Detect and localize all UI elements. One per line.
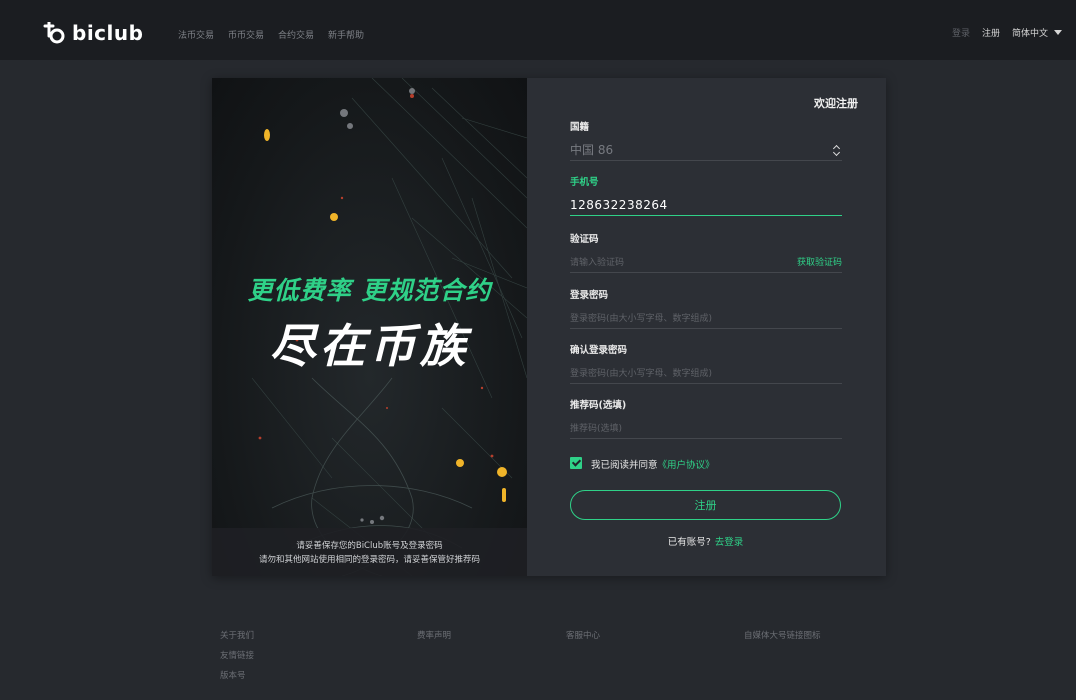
logo-text: biclub bbox=[72, 21, 144, 45]
nav-login-link[interactable]: 登录 bbox=[952, 26, 970, 39]
nav-links: 法币交易 币币交易 合约交易 新手帮助 bbox=[178, 28, 364, 41]
user-agreement-link[interactable]: 《用户协议》 bbox=[658, 460, 715, 471]
register-card: 更低费率 更规范合约 尽在币族 请妥善保存您的BiClub账号及登录密码 请勿和… bbox=[212, 78, 886, 576]
nav-link-fiat[interactable]: 法币交易 bbox=[178, 28, 214, 41]
language-selector[interactable]: 简体中文 bbox=[1012, 26, 1062, 39]
referral-field: 推荐码(选填) 推荐码(选填) bbox=[570, 397, 842, 439]
code-input[interactable]: 请输入验证码 获取验证码 bbox=[570, 251, 842, 273]
register-submit-button[interactable]: 注册 bbox=[570, 490, 841, 520]
nav-link-help[interactable]: 新手帮助 bbox=[328, 28, 364, 41]
agreement-row: 我已阅读并同意《用户协议》 bbox=[570, 453, 715, 472]
get-code-button[interactable]: 获取验证码 bbox=[797, 255, 842, 268]
referral-label: 推荐码(选填) bbox=[570, 400, 627, 411]
footer-support-center[interactable]: 客服中心 bbox=[566, 626, 600, 646]
footer-version[interactable]: 版本号 bbox=[220, 666, 254, 686]
form-title: 欢迎注册 bbox=[814, 97, 858, 110]
password-label: 登录密码 bbox=[570, 290, 609, 301]
nationality-field: 国籍 中国 86 bbox=[570, 119, 842, 161]
footer-col-fees: 费率声明 bbox=[417, 626, 451, 646]
language-label: 简体中文 bbox=[1011, 29, 1048, 39]
nav-right: 登录 注册 简体中文 bbox=[952, 26, 1062, 39]
caret-down-icon bbox=[1054, 30, 1062, 35]
confirm-password-input[interactable]: 登录密码(由大小写字母、数字组成) bbox=[570, 362, 842, 384]
agreement-checkbox[interactable] bbox=[570, 456, 582, 469]
referral-placeholder: 推荐码(选填) bbox=[570, 424, 623, 434]
nationality-label: 国籍 bbox=[570, 122, 590, 133]
logo[interactable]: biclub bbox=[42, 20, 143, 46]
nav-link-contract[interactable]: 合约交易 bbox=[278, 28, 314, 41]
banner-notice: 请妥善保存您的BiClub账号及登录密码 请勿和其他网站使用相同的登录密码，请妥… bbox=[212, 528, 527, 576]
register-form: 欢迎注册 国籍 中国 86 手机号 128632238264 验证码 请输入验证… bbox=[570, 78, 858, 576]
agreement-text: 我已阅读并同意 bbox=[591, 460, 658, 471]
select-arrows-icon bbox=[832, 144, 842, 156]
referral-input[interactable]: 推荐码(选填) bbox=[570, 417, 842, 439]
code-field: 验证码 请输入验证码 获取验证码 bbox=[570, 231, 842, 273]
confirm-password-label: 确认登录密码 bbox=[570, 345, 628, 356]
nationality-select[interactable]: 中国 86 bbox=[570, 139, 842, 161]
biclub-logo-icon bbox=[43, 22, 65, 44]
promo-banner: 更低费率 更规范合约 尽在币族 请妥善保存您的BiClub账号及登录密码 请勿和… bbox=[212, 78, 527, 576]
footer-fee-statement[interactable]: 费率声明 bbox=[417, 626, 451, 646]
confirm-password-placeholder: 登录密码(由大小写字母、数字组成) bbox=[570, 369, 713, 379]
banner-notice-line1: 请妥善保存您的BiClub账号及登录密码 bbox=[296, 541, 443, 551]
footer-col-support: 客服中心 bbox=[566, 626, 600, 646]
login-prompt: 已有账号? 去登录 bbox=[570, 530, 841, 549]
nationality-value: 中国 86 bbox=[570, 143, 614, 157]
code-placeholder: 请输入验证码 bbox=[570, 258, 625, 268]
phone-field: 手机号 128632238264 bbox=[570, 174, 842, 216]
password-placeholder: 登录密码(由大小写字母、数字组成) bbox=[570, 314, 713, 324]
phone-label: 手机号 bbox=[570, 177, 599, 188]
go-login-link[interactable]: 去登录 bbox=[715, 537, 744, 548]
phone-value: 128632238264 bbox=[570, 197, 668, 212]
code-label: 验证码 bbox=[570, 234, 599, 245]
footer-col-about: 关于我们 友情链接 版本号 bbox=[220, 626, 254, 686]
footer-media-links[interactable]: 自媒体大号链接图标 bbox=[744, 626, 821, 646]
top-navbar: biclub 法币交易 币币交易 合约交易 新手帮助 登录 注册 简体中文 bbox=[0, 0, 1076, 60]
banner-slogan-line2: 尽在币族 bbox=[269, 319, 470, 373]
phone-input[interactable]: 128632238264 bbox=[570, 194, 842, 216]
has-account-text: 已有账号? bbox=[667, 537, 711, 548]
footer-about-link[interactable]: 关于我们 bbox=[220, 626, 254, 646]
nav-register-link[interactable]: 注册 bbox=[982, 26, 1000, 39]
nav-link-spot[interactable]: 币币交易 bbox=[228, 28, 264, 41]
password-input[interactable]: 登录密码(由大小写字母、数字组成) bbox=[570, 307, 842, 329]
footer-col-media: 自媒体大号链接图标 bbox=[744, 626, 821, 646]
confirm-password-field: 确认登录密码 登录密码(由大小写字母、数字组成) bbox=[570, 342, 842, 384]
banner-notice-line2: 请勿和其他网站使用相同的登录密码，请妥善保管好推荐码 bbox=[258, 555, 480, 565]
password-field: 登录密码 登录密码(由大小写字母、数字组成) bbox=[570, 287, 842, 329]
banner-slogan-line1: 更低费率 更规范合约 bbox=[247, 276, 492, 305]
footer-friend-links[interactable]: 友情链接 bbox=[220, 646, 254, 666]
